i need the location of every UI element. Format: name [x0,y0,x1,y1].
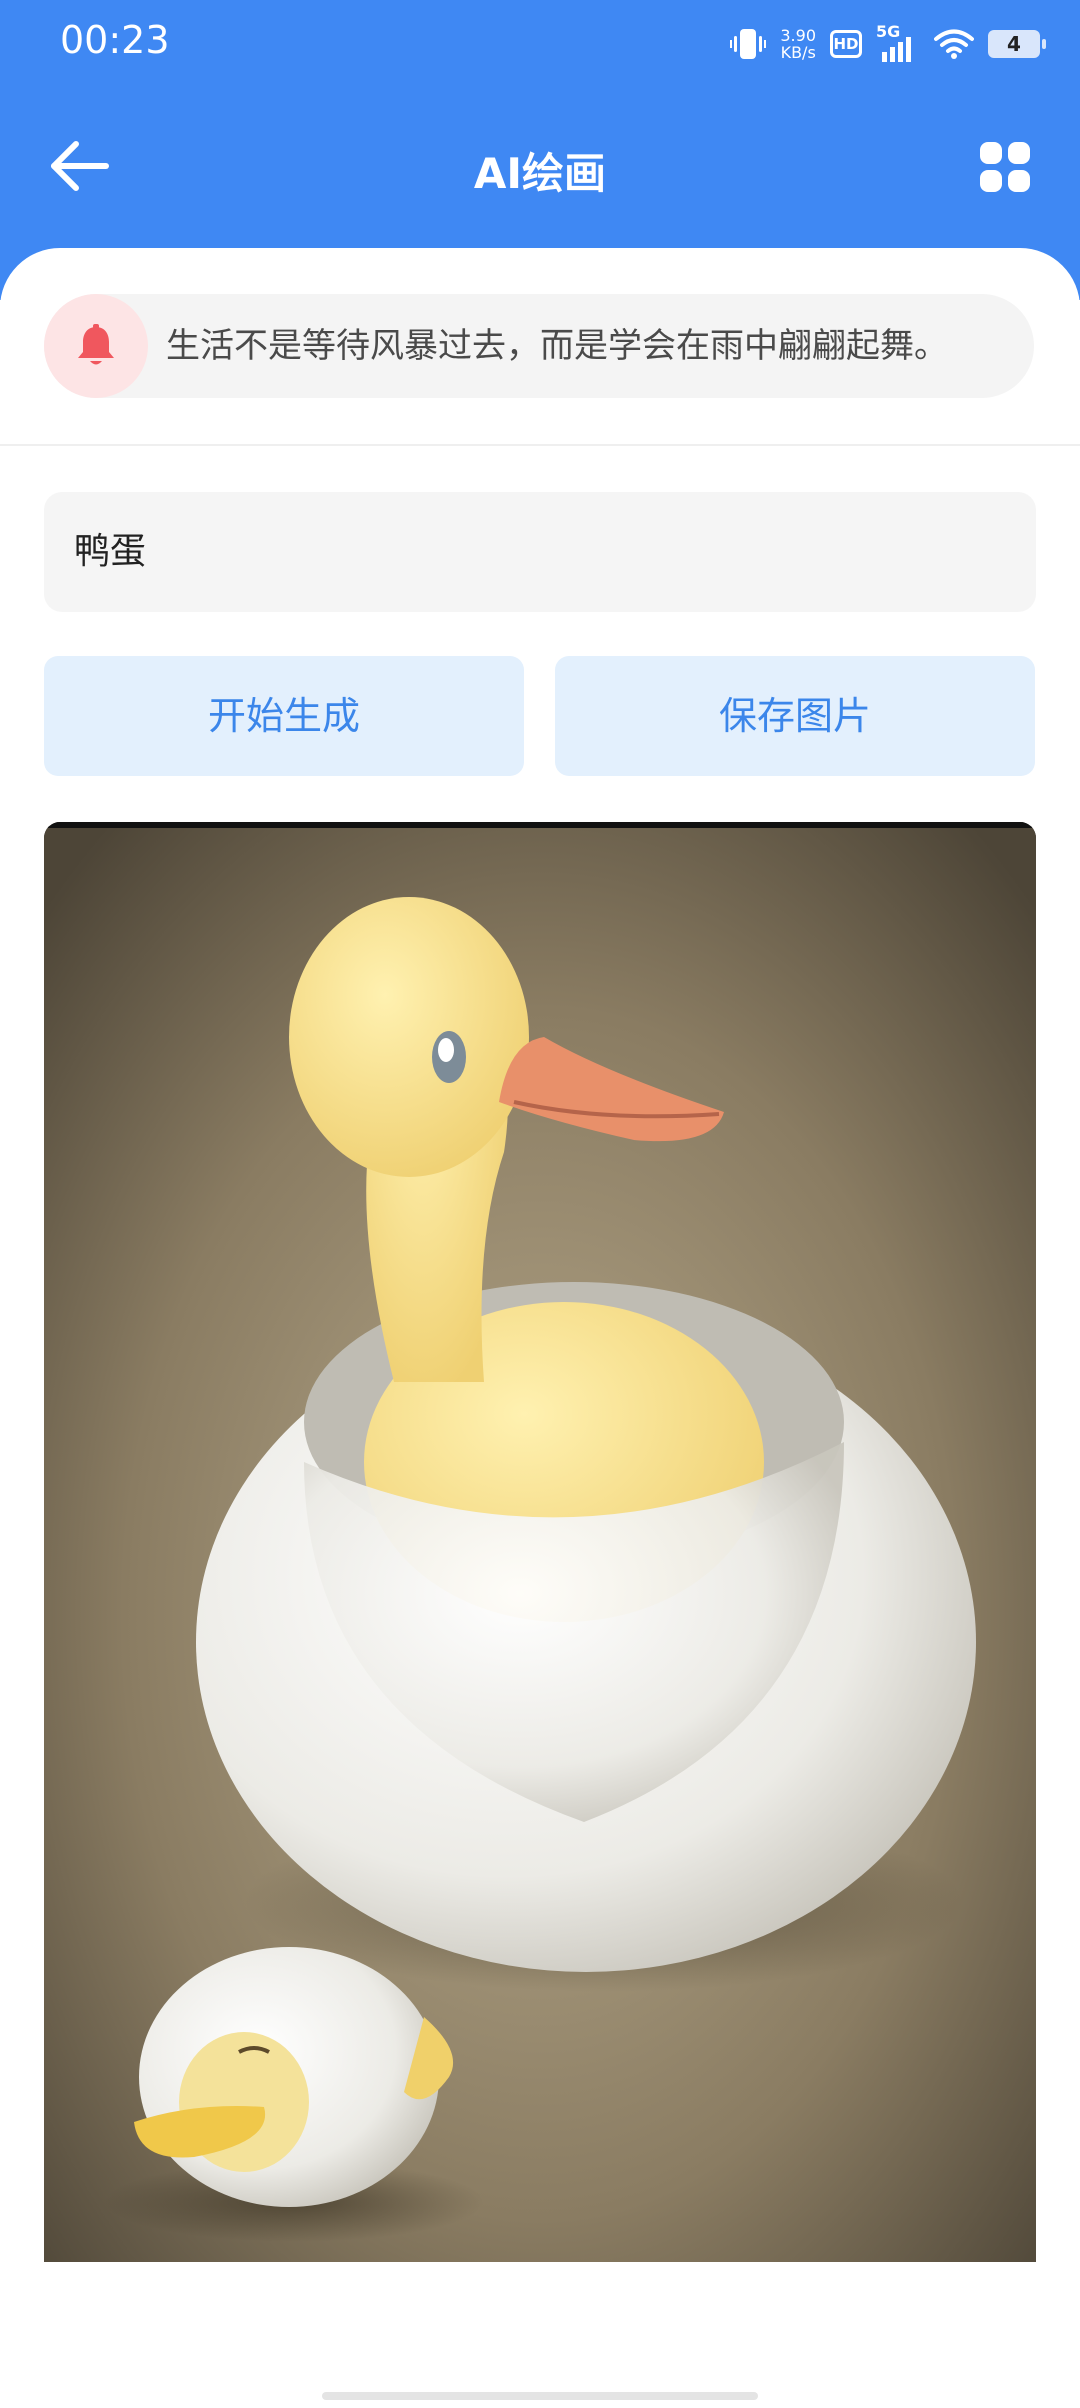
grid-icon [980,142,1002,164]
vibrate-icon [730,29,767,59]
hd-icon: HD [830,30,862,58]
network-speed: 3.90 KB/s [780,27,816,61]
speed-unit: KB/s [780,43,816,62]
speed-value: 3.90 [780,26,816,45]
divider [0,444,1080,446]
grid-menu-button[interactable] [980,142,1030,192]
signal-icon: 5G [876,22,920,62]
wifi-icon [934,29,974,59]
prompt-input[interactable]: 鸭蛋 [44,492,1036,612]
status-time: 00:23 [60,18,170,62]
bell-icon-container [44,294,148,398]
page-title: AI绘画 [473,149,607,198]
home-indicator[interactable] [322,2392,758,2400]
generate-button[interactable]: 开始生成 [44,656,524,776]
save-image-button[interactable]: 保存图片 [555,656,1035,776]
generated-image [44,822,1036,2262]
notice-bar: 生活不是等待风暴过去，而是学会在雨中翩翩起舞。 [44,294,1034,398]
status-icons: 3.90 KB/s HD 5G 4 [730,22,1046,66]
bell-icon [78,324,114,365]
battery-icon: 4 [988,30,1046,58]
notice-text: 生活不是等待风暴过去，而是学会在雨中翩翩起舞。 [166,326,948,366]
